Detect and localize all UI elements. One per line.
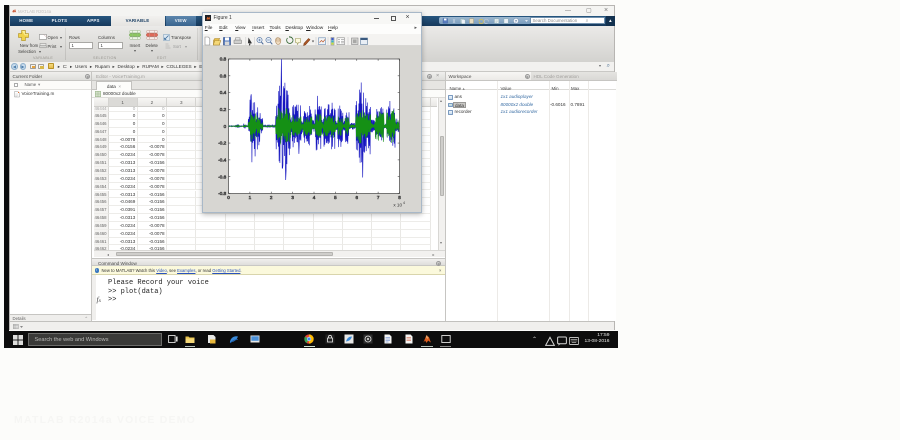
svg-text:-0.2: -0.2: [218, 141, 226, 146]
svg-text:-0.8: -0.8: [218, 191, 226, 196]
svg-text:6: 6: [355, 195, 358, 200]
svg-text:0.8: 0.8: [219, 57, 226, 62]
svg-text:0.2: 0.2: [219, 107, 226, 112]
svg-text:7: 7: [376, 195, 379, 200]
svg-text:-0.4: -0.4: [218, 158, 226, 163]
svg-text:3: 3: [291, 195, 294, 200]
svg-text:1: 1: [248, 195, 251, 200]
svg-text:8: 8: [398, 195, 401, 200]
svg-text:0.6: 0.6: [219, 73, 226, 78]
svg-text:0: 0: [227, 195, 230, 200]
svg-text:4: 4: [312, 195, 315, 200]
svg-text:4: 4: [403, 201, 405, 205]
svg-text:5: 5: [334, 195, 337, 200]
svg-text:x 10: x 10: [393, 203, 402, 208]
svg-text:-0.6: -0.6: [218, 174, 226, 179]
svg-text:0: 0: [223, 124, 226, 129]
svg-text:0.4: 0.4: [219, 90, 226, 95]
svg-text:2: 2: [269, 195, 272, 200]
